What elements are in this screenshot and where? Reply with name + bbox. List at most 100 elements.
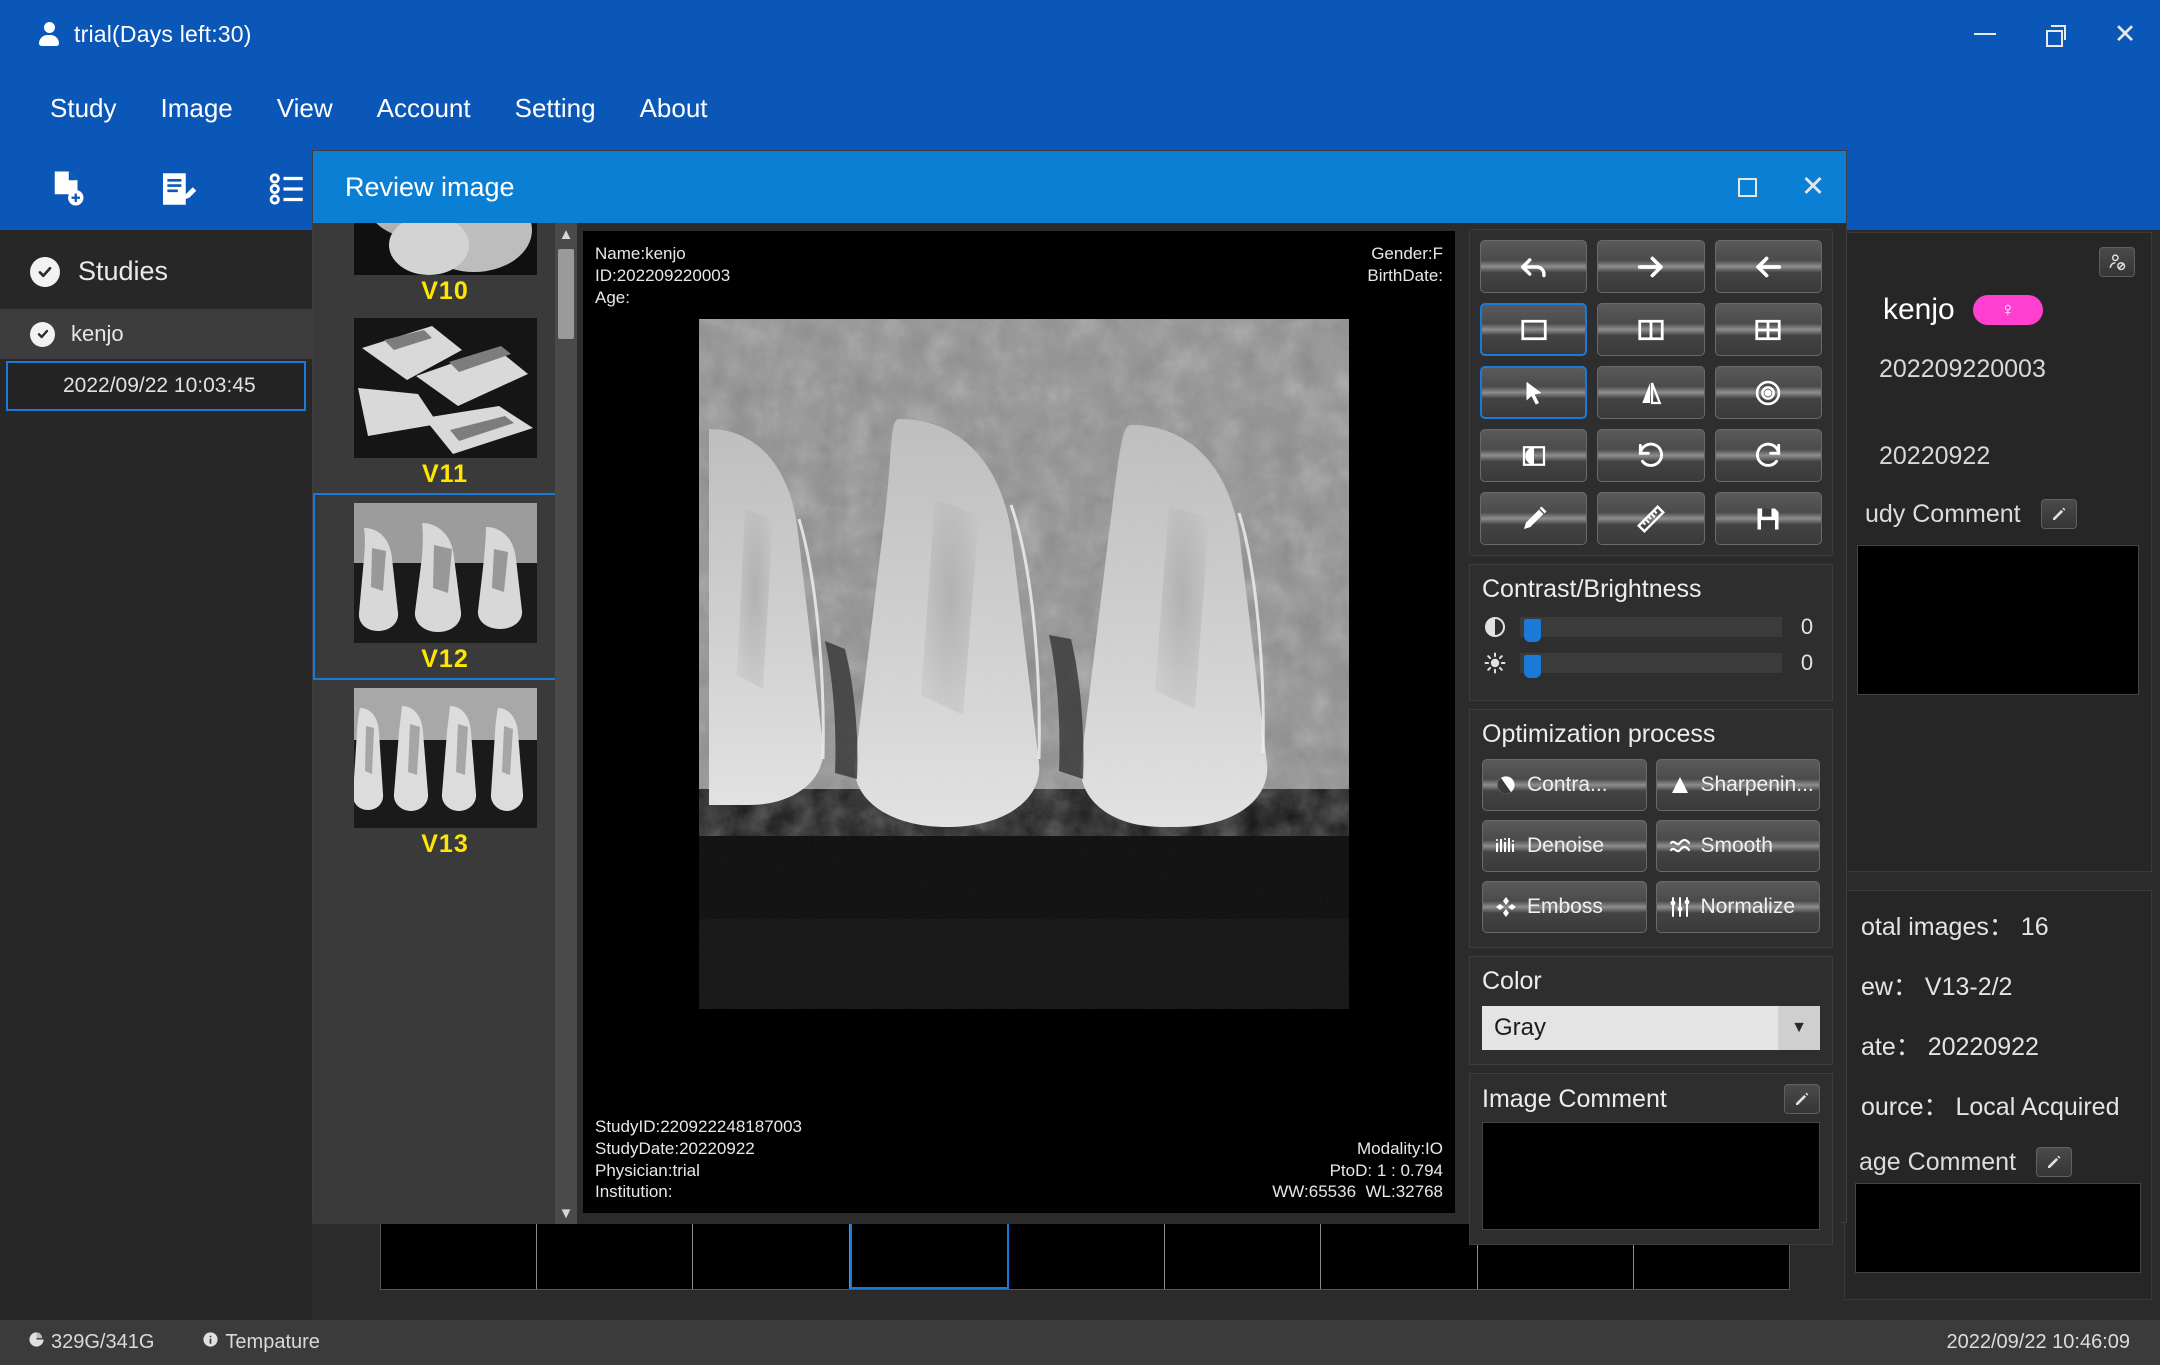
- normalize-button-label: Normalize: [1700, 895, 1796, 918]
- tool-panel: Contrast/Brightness 0 0 Optimization pro…: [1461, 223, 1841, 1245]
- edit-study-icon[interactable]: [154, 166, 200, 212]
- thumbnail-label: V10: [421, 277, 469, 305]
- sharpening-button-label: Sharpenin...: [1700, 773, 1814, 796]
- patient-info-actions: [1845, 233, 2151, 277]
- menu-item-account[interactable]: Account: [355, 85, 493, 132]
- normalize-button[interactable]: Normalize: [1655, 881, 1820, 933]
- minimize-button[interactable]: [1950, 0, 2020, 68]
- status-bar: 329G/341G Tempature 2022/09/22 10:46:09: [0, 1320, 2160, 1365]
- two-pane-layout-icon[interactable]: [1597, 303, 1705, 356]
- thumbnail-item-selected[interactable]: V12: [313, 493, 577, 680]
- dialog-close-button[interactable]: ✕: [1780, 151, 1846, 223]
- contrast-value: 0: [1800, 614, 1814, 639]
- image-comment-textarea[interactable]: [1855, 1183, 2141, 1273]
- thumbnail-item[interactable]: V10: [313, 223, 577, 310]
- xray-image: [699, 319, 1349, 1009]
- close-button[interactable]: ✕: [2090, 0, 2160, 68]
- patient-name-row: kenjo ♀: [1845, 277, 2151, 327]
- smooth-button[interactable]: Smooth: [1655, 820, 1820, 872]
- disk-usage-label: 329G/341G: [51, 1331, 155, 1353]
- menu-item-about[interactable]: About: [618, 85, 730, 132]
- user-icon: [38, 22, 60, 46]
- image-info-panel: otal images： 16 ew： V13-2/2 ate： 2022092…: [1844, 890, 2152, 1300]
- brightness-slider-knob[interactable]: [1524, 655, 1541, 678]
- menu-bar: Study Image View Account Setting About: [0, 68, 2160, 148]
- new-study-icon[interactable]: [44, 166, 90, 212]
- restore-button[interactable]: [2020, 0, 2090, 68]
- emboss-button-label: Emboss: [1527, 895, 1603, 918]
- edit-pencil-icon[interactable]: [2036, 1147, 2073, 1177]
- current-view-label: ew： V13-2/2: [1861, 973, 2013, 1001]
- contrast-slider[interactable]: [1520, 617, 1782, 642]
- ruler-icon[interactable]: [1597, 492, 1705, 545]
- overlay-technical-info: Modality:IO PtoD: 1 : 0.794 WW:65536 WL:…: [1272, 1138, 1443, 1202]
- pointer-icon[interactable]: [1480, 366, 1588, 419]
- zoom-target-icon[interactable]: [1714, 366, 1822, 419]
- invert-contrast-icon[interactable]: [1480, 429, 1588, 482]
- brightness-slider-row: 0: [1482, 650, 1820, 678]
- patient-info-panel: kenjo ♀ 202209220003 20220922 udy Commen…: [1844, 232, 2152, 872]
- contrast-button[interactable]: Contra...: [1482, 759, 1647, 811]
- study-comment-label: udy Comment: [1865, 499, 2021, 528]
- brightness-value: 0: [1800, 650, 1814, 675]
- dialog-maximize-button[interactable]: [1714, 151, 1780, 223]
- emboss-button[interactable]: Emboss: [1482, 881, 1647, 933]
- status-datetime: 2022/09/22 10:46:09: [1946, 1331, 2130, 1353]
- denoise-bars-icon: [1493, 833, 1519, 859]
- color-select[interactable]: Gray ▼: [1482, 1006, 1820, 1050]
- thumbnail-scrollbar[interactable]: ▲ ▼: [555, 223, 577, 1224]
- undo-icon[interactable]: [1480, 240, 1588, 293]
- color-section: Color Gray ▼: [1469, 956, 1833, 1065]
- next-arrow-icon[interactable]: [1597, 240, 1705, 293]
- thumbnail-label: V11: [421, 460, 469, 488]
- previous-arrow-icon[interactable]: [1714, 240, 1822, 293]
- thumbnail-item[interactable]: V11: [313, 310, 577, 493]
- dialog-body: V10 V11 V12 V13 ▲ ▼ Name:kenjo ID:202209…: [313, 223, 1846, 1245]
- rotate-right-icon[interactable]: [1714, 429, 1822, 482]
- sidebar-item-study-date[interactable]: 2022/09/22 10:03:45: [6, 361, 306, 411]
- save-icon[interactable]: [1714, 492, 1822, 545]
- temperature-label: Tempature: [225, 1331, 320, 1353]
- image-canvas[interactable]: Name:kenjo ID:202209220003 Age: Gender:F…: [583, 231, 1455, 1213]
- menu-item-study[interactable]: Study: [28, 85, 139, 132]
- scroll-down-icon[interactable]: ▼: [555, 1202, 577, 1224]
- study-comment-textarea[interactable]: [1857, 545, 2139, 695]
- total-images-label: otal images： 16: [1861, 913, 2049, 941]
- color-title: Color: [1482, 967, 1542, 995]
- contrast-slider-knob[interactable]: [1524, 619, 1541, 642]
- scrollbar-thumb[interactable]: [558, 249, 574, 339]
- optimization-section: Optimization process Contra... Sharpenin…: [1469, 709, 1833, 948]
- single-layout-icon[interactable]: [1480, 303, 1588, 356]
- brightness-slider[interactable]: [1520, 653, 1782, 678]
- review-image-dialog: Review image ✕ V10 V11 V12 V13 ▲ ▼ Name:…: [312, 150, 1847, 1245]
- image-comment-input[interactable]: [1482, 1122, 1820, 1230]
- user-account-indicator[interactable]: trial(Days left:30): [38, 21, 252, 48]
- image-date-label: ate： 20220922: [1861, 1033, 2039, 1061]
- scroll-up-icon[interactable]: ▲: [555, 223, 577, 245]
- study-list-icon[interactable]: [264, 166, 310, 212]
- disk-usage-icon: [28, 1331, 45, 1354]
- denoise-button[interactable]: Denoise: [1482, 820, 1647, 872]
- image-comment-section: Image Comment: [1469, 1073, 1833, 1245]
- optimization-title: Optimization process: [1482, 720, 1716, 748]
- edit-pencil-icon[interactable]: [1784, 1084, 1820, 1114]
- title-bar: trial(Days left:30) ✕: [0, 0, 2160, 68]
- chevron-down-icon[interactable]: ▼: [1778, 1006, 1820, 1050]
- sidebar-item-patient[interactable]: kenjo: [0, 309, 312, 359]
- edit-pencil-icon[interactable]: [2040, 499, 2077, 529]
- pencil-icon[interactable]: [1480, 492, 1588, 545]
- image-viewer[interactable]: Name:kenjo ID:202209220003 Age: Gender:F…: [577, 223, 1461, 1224]
- sharpening-button[interactable]: Sharpenin...: [1655, 759, 1820, 811]
- patient-anonymize-icon[interactable]: [2099, 247, 2135, 277]
- four-pane-layout-icon[interactable]: [1714, 303, 1822, 356]
- thumbnail-item[interactable]: V13: [313, 680, 577, 863]
- rotate-left-icon[interactable]: [1597, 429, 1705, 482]
- flip-horizontal-icon[interactable]: [1597, 366, 1705, 419]
- menu-item-image[interactable]: Image: [139, 85, 255, 132]
- menu-item-view[interactable]: View: [255, 85, 355, 132]
- studies-header: Studies: [0, 230, 312, 309]
- maximize-icon: [1737, 177, 1757, 197]
- thumbnail-list[interactable]: V10 V11 V12 V13 ▲ ▼: [313, 223, 577, 1224]
- contrast-slider-row: 0: [1482, 614, 1820, 642]
- menu-item-setting[interactable]: Setting: [493, 85, 618, 132]
